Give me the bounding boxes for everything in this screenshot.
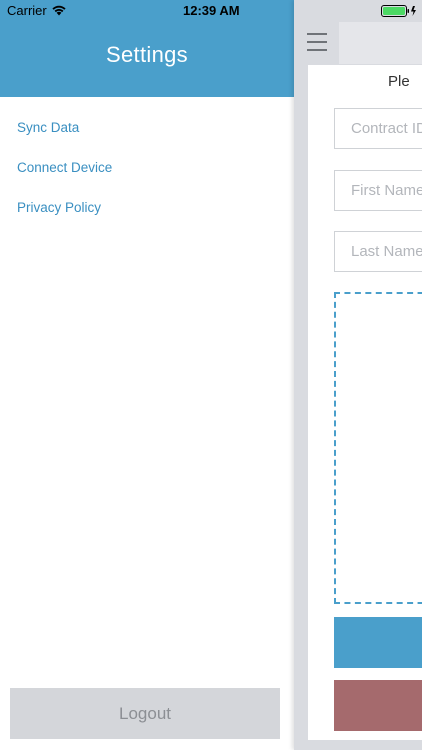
battery-icon [381,5,416,17]
drawer-title: Settings [106,42,188,67]
screen: Carrier 12:39 AM Settings Sync Data Conn… [0,0,422,750]
first-name-field[interactable]: First Name [334,170,422,211]
form-heading: Ple [388,73,410,90]
form-content: Ple Contract ID First Name Last Name [294,0,422,750]
wifi-icon [52,5,66,16]
contract-id-field[interactable]: Contract ID [334,108,422,149]
settings-drawer: Settings Sync Data Connect Device Privac… [0,0,294,750]
menu-item-connect-device[interactable]: Connect Device [17,158,112,198]
status-bar: Carrier 12:39 AM [0,0,422,22]
menu-item-sync-data[interactable]: Sync Data [17,118,112,158]
carrier-label: Carrier [7,3,47,18]
secondary-action-button[interactable] [334,680,422,731]
primary-action-button[interactable] [334,617,422,668]
menu-item-privacy-policy[interactable]: Privacy Policy [17,198,112,238]
logout-button[interactable]: Logout [10,688,280,739]
signature-pad[interactable] [334,292,422,604]
last-name-field[interactable]: Last Name [334,231,422,272]
clock: 12:39 AM [183,3,240,18]
drawer-menu: Sync Data Connect Device Privacy Policy [17,118,112,238]
